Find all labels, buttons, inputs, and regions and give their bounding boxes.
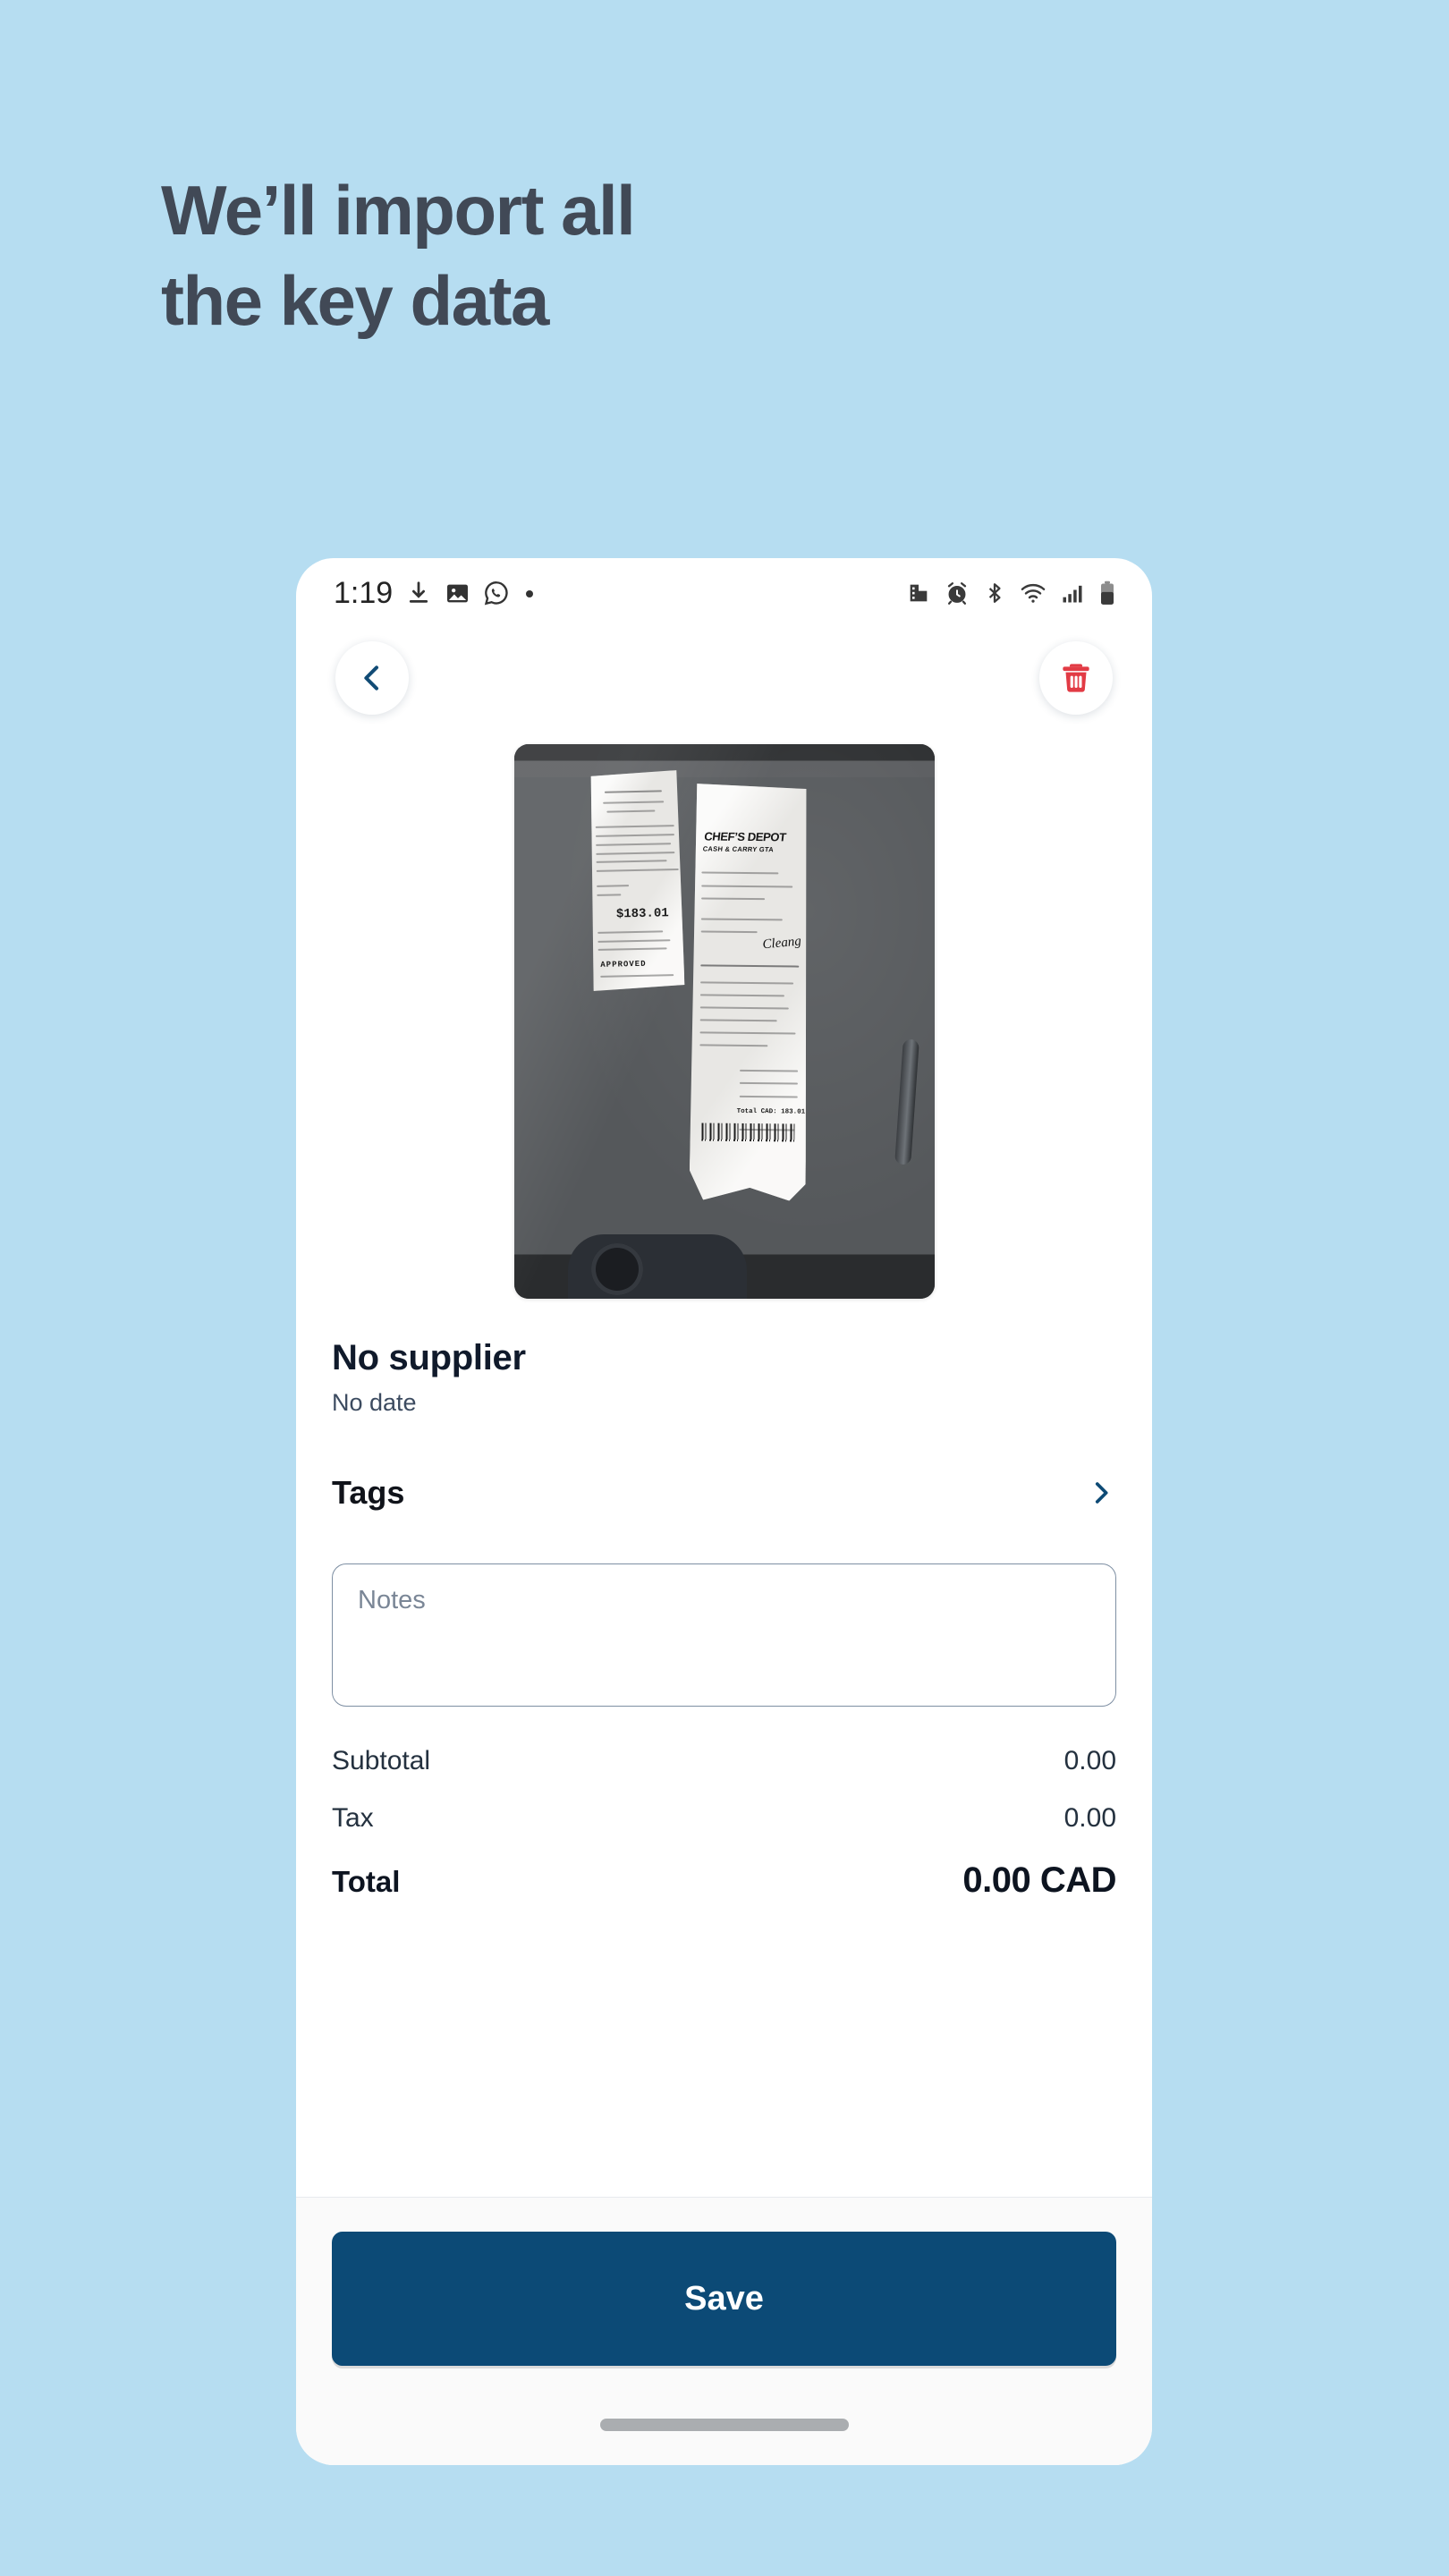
card-slip: $183.01 APPROVED <box>587 770 684 991</box>
supplier-name[interactable]: No supplier <box>332 1338 1116 1378</box>
total-row: Total 0.00 CAD <box>332 1860 1116 1901</box>
alarm-icon <box>947 582 967 605</box>
status-bar-right <box>906 580 1116 606</box>
phone-mockup: 1:19 $183.01 APPROVED CHEF’S DEPOT CASH … <box>296 558 1152 2465</box>
tax-row: Tax 0.00 <box>332 1803 1116 1834</box>
trash-icon <box>1063 664 1089 692</box>
tags-row[interactable]: Tags <box>332 1460 1116 1526</box>
chevron-right-icon <box>1095 1482 1108 1504</box>
receipt-brand-sub: CASH & CARRY GTA <box>701 844 774 854</box>
bluetooth-icon <box>988 583 1001 603</box>
receipt-barcode <box>701 1123 794 1142</box>
subtotal-row: Subtotal 0.00 <box>332 1746 1116 1776</box>
dot-icon <box>526 590 534 597</box>
receipt-brand: CHEF’S DEPOT CASH & CARRY GTA <box>701 830 785 854</box>
subtotal-value: 0.00 <box>1063 1746 1116 1775</box>
download-icon <box>410 581 428 603</box>
status-bar: 1:19 <box>296 558 1152 628</box>
wifi-icon <box>1021 583 1046 603</box>
receipt-detail-content: $183.01 APPROVED CHEF’S DEPOT CASH & CAR… <box>296 728 1152 2197</box>
footer-bar: Save <box>296 2197 1152 2465</box>
headline-line-1: We’ll import all <box>161 171 636 250</box>
card-slip-status: APPROVED <box>599 959 647 970</box>
tags-label: Tags <box>332 1474 405 1511</box>
battery-icon <box>1101 580 1114 605</box>
receipt-date[interactable]: No date <box>332 1389 1116 1417</box>
whatsapp-icon <box>485 581 508 606</box>
receipt-total-line: Total CAD: 183.01 <box>736 1107 805 1116</box>
total-label: Total <box>332 1865 401 1898</box>
page-headline: We’ll import all the key data <box>161 165 1055 347</box>
signal-icon <box>1063 585 1082 603</box>
notes-input[interactable]: Notes <box>332 1563 1116 1707</box>
tax-label: Tax <box>332 1803 374 1833</box>
delete-button[interactable] <box>1039 641 1113 715</box>
save-button[interactable]: Save <box>332 2232 1116 2366</box>
status-bar-clock: 1:19 <box>334 575 394 610</box>
image-icon <box>447 584 469 602</box>
itemized-receipt: CHEF’S DEPOT CASH & CARRY GTA Cleang Tot… <box>689 779 809 1200</box>
receipt-photo[interactable]: $183.01 APPROVED CHEF’S DEPOT CASH & CAR… <box>513 744 935 1299</box>
signature-scribble: Cleang <box>761 934 801 953</box>
card-slip-amount: $183.01 <box>615 906 669 922</box>
totals-section: Subtotal 0.00 Tax 0.00 Total 0.00 CAD <box>332 1746 1116 1901</box>
status-bar-left: 1:19 <box>334 576 537 611</box>
total-value: 0.00 CAD <box>962 1860 1116 1900</box>
tax-value: 0.00 <box>1063 1803 1116 1833</box>
home-indicator[interactable] <box>599 2419 849 2431</box>
person-arm <box>567 1234 747 1299</box>
back-button[interactable] <box>335 641 409 715</box>
subtotal-label: Subtotal <box>332 1746 431 1775</box>
receipt-brand-name: CHEF’S DEPOT <box>702 829 786 844</box>
nav-bar <box>296 628 1152 728</box>
chevron-left-icon <box>364 665 378 691</box>
headline-line-2: the key data <box>161 261 549 341</box>
vibrate-icon <box>910 584 928 602</box>
